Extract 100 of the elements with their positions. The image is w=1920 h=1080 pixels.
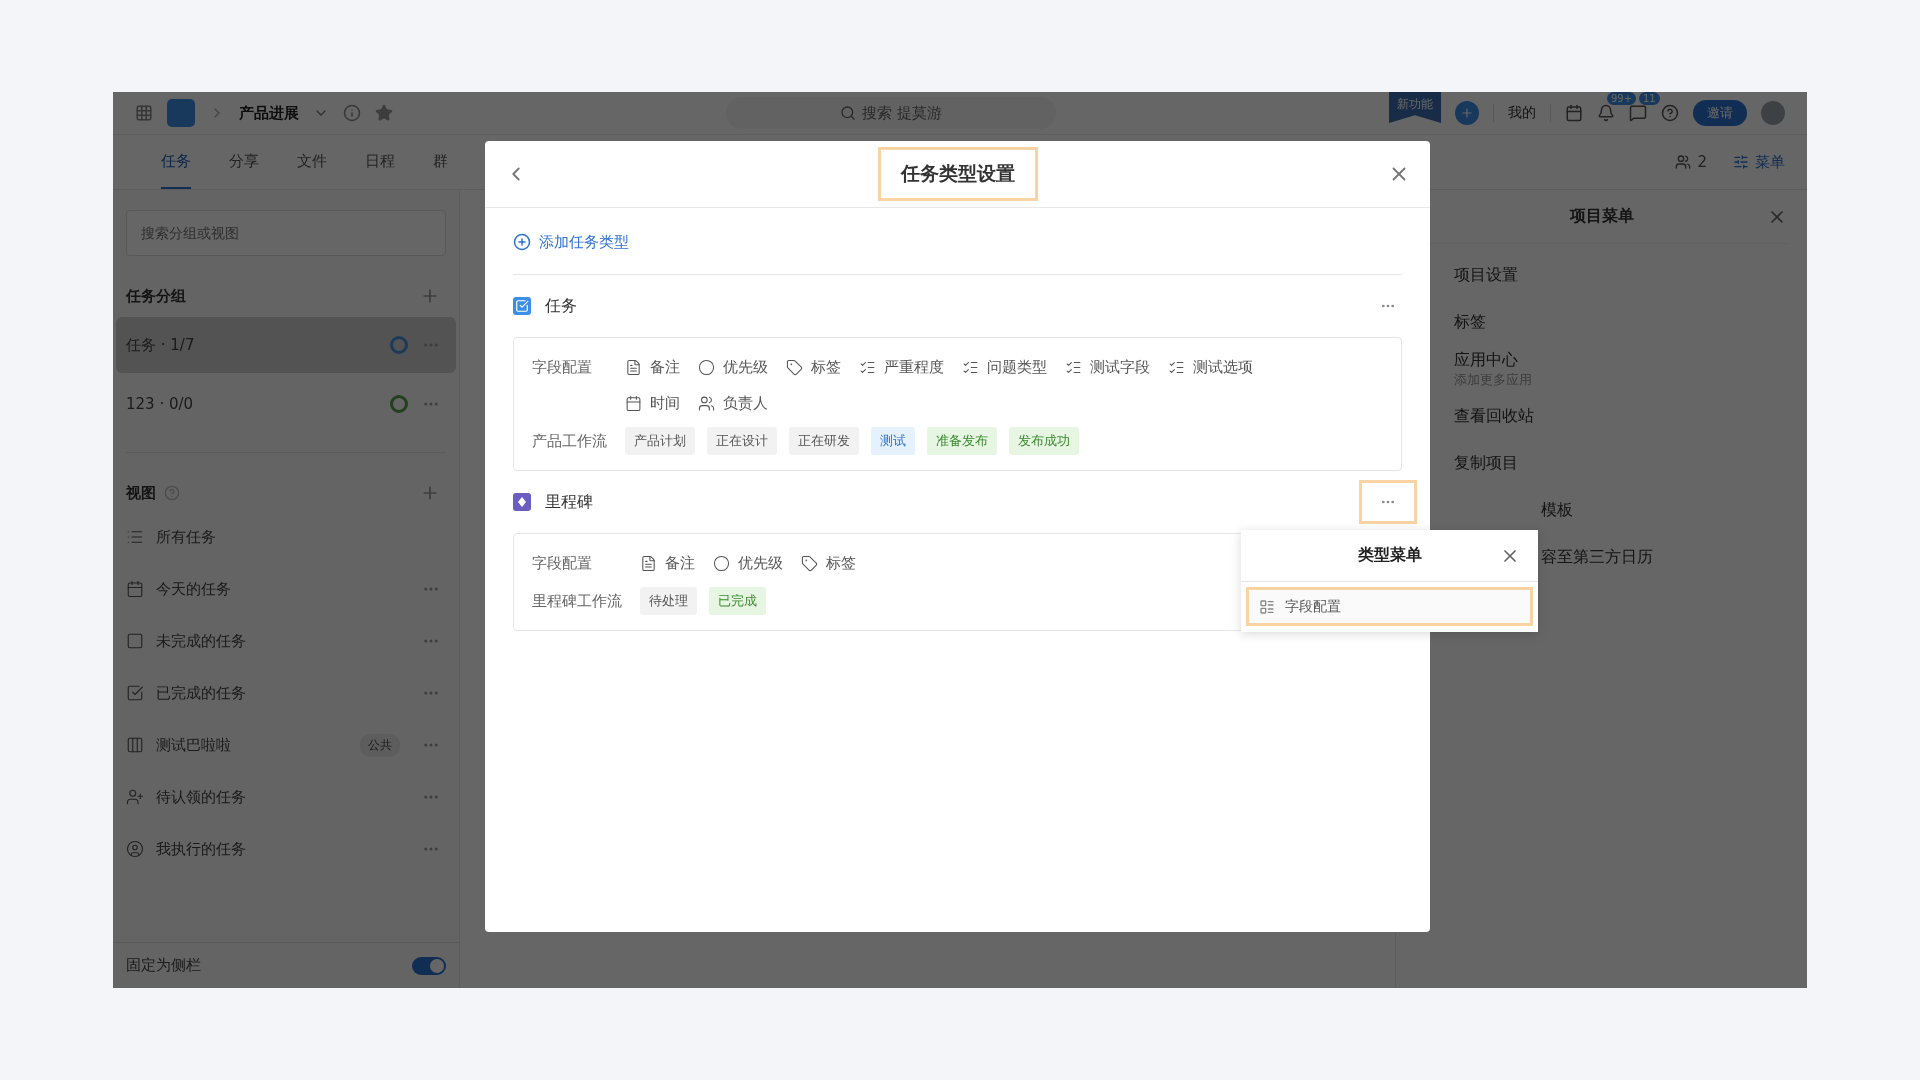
stage-tag: 正在设计 bbox=[707, 427, 777, 455]
view-item[interactable]: 所有任务 bbox=[156, 527, 440, 547]
menu-item[interactable]: 复制项目 bbox=[1454, 453, 1807, 474]
field-item: 严重程度 bbox=[859, 352, 944, 382]
group-label: 任务 · 1/7 bbox=[126, 335, 196, 355]
stage-tag: 正在研发 bbox=[789, 427, 859, 455]
stage-tag: 待处理 bbox=[640, 587, 697, 615]
progress-ring-icon bbox=[390, 395, 408, 413]
menu-item[interactable]: 标签 bbox=[1454, 312, 1807, 333]
row-label: 里程碑工作流 bbox=[532, 591, 622, 612]
dialog-title: 任务类型设置 bbox=[877, 147, 1038, 201]
group-item[interactable]: 任务 · 1/7 bbox=[116, 317, 456, 373]
avatar[interactable] bbox=[1761, 101, 1785, 125]
mine-link[interactable]: 我的 bbox=[1493, 104, 1551, 122]
panel-title: 项目菜单 bbox=[1569, 206, 1634, 227]
type-name: 任务 bbox=[545, 295, 578, 317]
menu-item[interactable]: 模板 bbox=[1541, 500, 1807, 521]
tab[interactable]: 日程 bbox=[365, 135, 395, 189]
field-item: 测试字段 bbox=[1065, 352, 1150, 382]
user-circle-icon bbox=[126, 840, 144, 858]
sliders-icon bbox=[1733, 154, 1749, 170]
menu-item[interactable]: 字段配置 bbox=[1246, 587, 1533, 626]
apps-icon[interactable] bbox=[135, 104, 153, 122]
user-plus-icon bbox=[126, 788, 144, 806]
info-icon[interactable] bbox=[343, 104, 361, 122]
view-item[interactable]: 待认领的任务 bbox=[156, 787, 410, 807]
add-type-link[interactable]: 添加任务类型 bbox=[513, 226, 1402, 275]
menu-item[interactable]: 应用中心 bbox=[1454, 350, 1807, 371]
pin-toggle[interactable] bbox=[412, 956, 446, 975]
menu-item[interactable]: 容至第三方日历 bbox=[1541, 547, 1807, 568]
more-button[interactable] bbox=[1359, 480, 1417, 524]
field-item: 标签 bbox=[801, 548, 856, 578]
calendar-icon bbox=[625, 394, 642, 412]
plus-icon bbox=[1460, 106, 1474, 120]
note-icon bbox=[640, 554, 657, 572]
tag-icon bbox=[786, 358, 803, 376]
field-item: 标签 bbox=[786, 352, 841, 382]
checked-box-icon bbox=[126, 684, 144, 702]
menu-link[interactable]: 菜单 bbox=[1733, 152, 1785, 172]
pin-label: 固定为侧栏 bbox=[126, 956, 202, 975]
public-badge: 公共 bbox=[360, 733, 400, 757]
users-icon bbox=[698, 394, 715, 412]
view-item[interactable]: 未完成的任务 bbox=[156, 631, 410, 651]
row-label: 字段配置 bbox=[532, 553, 593, 574]
section-title: 任务分组 bbox=[126, 286, 186, 306]
search-icon bbox=[840, 105, 857, 121]
field-list-icon bbox=[1259, 598, 1275, 615]
stage-tag: 产品计划 bbox=[625, 427, 695, 455]
bell-icon[interactable] bbox=[1597, 104, 1615, 122]
message-icon[interactable] bbox=[1629, 104, 1647, 122]
field-item: 问题类型 bbox=[962, 352, 1047, 382]
view-item[interactable]: 今天的任务 bbox=[156, 579, 410, 599]
project-name[interactable]: 产品进展 bbox=[239, 103, 299, 123]
add-button[interactable] bbox=[1455, 101, 1479, 125]
view-item[interactable]: 我执行的任务 bbox=[156, 839, 410, 859]
tab[interactable]: 分享 bbox=[229, 135, 259, 189]
circle-icon bbox=[698, 358, 715, 376]
tag-icon bbox=[801, 554, 818, 572]
field-item: 测试选项 bbox=[1168, 352, 1253, 382]
invite-button[interactable]: 邀请 bbox=[1693, 100, 1747, 126]
count-badge: 99+ bbox=[1607, 92, 1637, 105]
stage-tag: 已完成 bbox=[709, 587, 766, 615]
type-name: 里程碑 bbox=[545, 491, 594, 513]
field-item: 备注 bbox=[640, 548, 695, 578]
calendar-icon[interactable] bbox=[1565, 104, 1583, 122]
star-icon[interactable] bbox=[375, 104, 393, 122]
group-item[interactable]: 123 · 0/0 bbox=[116, 376, 456, 432]
group-label: 123 · 0/0 bbox=[126, 395, 195, 413]
new-feature-ribbon: 新功能 bbox=[1389, 92, 1441, 123]
plus-circle-icon bbox=[513, 233, 531, 251]
users-icon bbox=[1675, 154, 1692, 170]
view-item[interactable]: 已完成的任务 bbox=[156, 683, 410, 703]
note-icon bbox=[625, 358, 642, 376]
tab[interactable]: 群 bbox=[433, 135, 448, 189]
search-field[interactable]: 搜索 提莫游 bbox=[726, 97, 1056, 129]
list-icon bbox=[126, 528, 144, 546]
member-count[interactable]: 2 bbox=[1675, 153, 1707, 171]
field-item: 优先级 bbox=[713, 548, 783, 578]
stage-tag: 发布成功 bbox=[1009, 427, 1079, 455]
stage-tag: 准备发布 bbox=[927, 427, 997, 455]
help-icon[interactable] bbox=[164, 484, 180, 501]
menu-item[interactable]: 查看回收站 bbox=[1454, 406, 1807, 427]
menu-item[interactable]: 项目设置 bbox=[1454, 265, 1807, 286]
row-label: 产品工作流 bbox=[532, 431, 607, 452]
help-icon[interactable] bbox=[1661, 104, 1679, 122]
field-item: 负责人 bbox=[698, 388, 768, 418]
circle-icon bbox=[713, 554, 730, 572]
view-item[interactable]: 测试巴啦啦 bbox=[156, 735, 348, 755]
count-badge: 11 bbox=[1639, 92, 1660, 105]
row-label: 字段配置 bbox=[532, 357, 593, 378]
columns-icon bbox=[126, 736, 144, 754]
field-item: 时间 bbox=[625, 388, 680, 418]
progress-ring-icon bbox=[390, 336, 408, 354]
checkbox-icon bbox=[126, 632, 144, 650]
menu-title: 类型菜单 bbox=[1357, 545, 1422, 566]
stage-tag: 测试 bbox=[871, 427, 915, 455]
project-logo bbox=[167, 99, 195, 127]
calendar-icon bbox=[126, 580, 144, 598]
tab[interactable]: 文件 bbox=[297, 135, 327, 189]
field-item: 优先级 bbox=[698, 352, 768, 382]
